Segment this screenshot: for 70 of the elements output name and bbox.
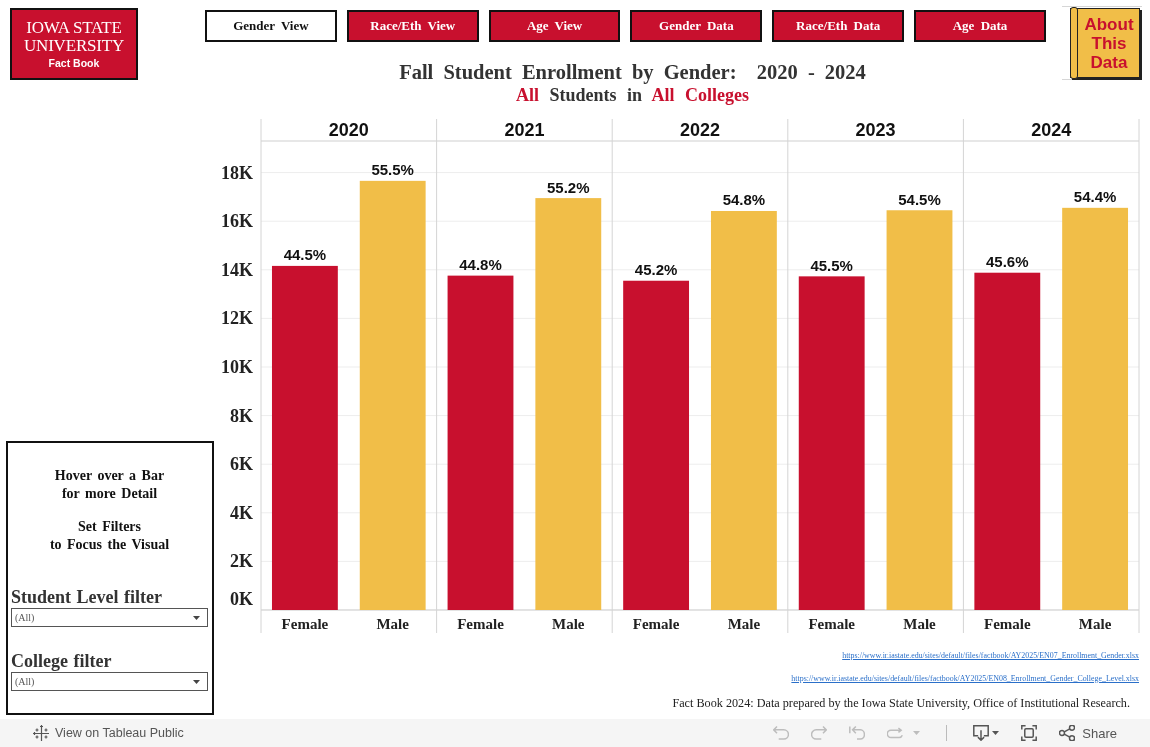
logo-wordmark: UNIVERSITY bbox=[24, 37, 124, 55]
axis-tick-label: 10K bbox=[221, 357, 253, 377]
fullscreen-icon bbox=[1021, 725, 1038, 741]
logo-wordmark: IOWA STATE bbox=[26, 19, 122, 37]
axis-tick-label: 12K bbox=[221, 308, 253, 329]
axis-tick-label: 14K bbox=[221, 259, 253, 280]
gender-axis-label: Female bbox=[281, 616, 329, 632]
gender-axis-label: Male bbox=[376, 616, 409, 632]
revert-icon bbox=[849, 725, 866, 741]
nav-button[interactable]: Age Data bbox=[914, 10, 1046, 42]
year-label: 2022 bbox=[680, 120, 720, 140]
gender-axis-label: Male bbox=[552, 616, 585, 632]
caret-icon bbox=[193, 679, 200, 684]
footnote: Fact Book 2024: Data prepared by the Iowa State University, Office of Institutional Research. bbox=[672, 696, 1130, 710]
bar-percent-label: 54.8% bbox=[722, 191, 766, 209]
refresh-icon bbox=[887, 725, 904, 741]
filter-dropdown[interactable]: (All) bbox=[11, 608, 208, 627]
bar-percent-label: 55.2% bbox=[547, 178, 590, 196]
download-button[interactable] bbox=[973, 725, 1000, 741]
nav-button[interactable]: Gender View bbox=[205, 10, 337, 42]
redo-icon bbox=[811, 725, 828, 741]
chart-title: Fall Student Enrollment by Gender: 2020 - 2024 bbox=[398, 60, 867, 84]
gender-axis-label: Male bbox=[727, 616, 761, 632]
instruction-text: Set Filters to Focus the Visual bbox=[49, 518, 170, 554]
bar-percent-label: 54.4% bbox=[1073, 188, 1117, 206]
tableau-icon bbox=[33, 724, 50, 742]
about-data-button[interactable]: About This Data bbox=[1070, 8, 1140, 78]
bar-percent-label: 55.5% bbox=[371, 161, 414, 179]
filter-dropdown[interactable]: (All) bbox=[11, 672, 208, 691]
gender-axis-label: Female bbox=[457, 616, 504, 632]
bar-percent-label: 44.8% bbox=[459, 256, 502, 274]
bar-percent-label: 45.2% bbox=[634, 261, 678, 279]
year-label: 2024 bbox=[1031, 120, 1072, 140]
year-label: 2021 bbox=[504, 120, 545, 140]
year-label: 2020 bbox=[328, 120, 369, 140]
dropdown-caret-icon bbox=[992, 731, 1000, 735]
instruction-text: Hover over a Bar for more Detail bbox=[54, 467, 165, 503]
axis-tick-label: 18K bbox=[221, 162, 253, 183]
gender-axis-label: Female bbox=[808, 616, 855, 632]
share-button[interactable]: Share bbox=[1059, 725, 1117, 741]
bar-percent-label: 45.6% bbox=[986, 253, 1029, 271]
caret-icon bbox=[193, 615, 200, 620]
bar-percent-label: 54.5% bbox=[898, 190, 941, 208]
logo-caption: Fact Book bbox=[48, 57, 100, 70]
bar-percent-label: 44.5% bbox=[283, 246, 327, 264]
nav-button[interactable]: Age View bbox=[488, 10, 621, 42]
dropdown-caret-icon bbox=[913, 731, 921, 735]
axis-tick-label: 8K bbox=[230, 405, 253, 426]
gender-axis-label: Male bbox=[1078, 616, 1112, 632]
fullscreen-button[interactable] bbox=[1021, 725, 1038, 741]
nav-button[interactable]: Race/Eth Data bbox=[772, 10, 905, 42]
download-icon bbox=[973, 725, 990, 741]
undo-icon bbox=[773, 725, 790, 741]
bar-percent-label: 45.5% bbox=[810, 256, 853, 274]
filter-label: Student Level filter bbox=[11, 587, 162, 607]
axis-tick-label: 0K bbox=[230, 589, 253, 609]
share-icon bbox=[1059, 725, 1076, 741]
nav-button[interactable]: Race/Eth View bbox=[346, 10, 479, 42]
axis-tick-label: 2K bbox=[230, 551, 253, 572]
tableau-public-link[interactable]: View on Tableau Public bbox=[55, 726, 184, 740]
year-label: 2023 bbox=[855, 120, 896, 140]
nav-button[interactable]: Gender Data bbox=[630, 10, 763, 42]
gender-axis-label: Female bbox=[984, 616, 1031, 632]
axis-tick-label: 6K bbox=[230, 454, 253, 475]
axis-tick-label: 16K bbox=[221, 211, 253, 232]
gender-axis-label: Female bbox=[632, 616, 680, 632]
chart-subtitle: All Students in All Colleges bbox=[514, 84, 751, 106]
axis-tick-label: 4K bbox=[230, 502, 253, 523]
gender-axis-label: Male bbox=[903, 616, 936, 632]
filter-label: College filter bbox=[11, 651, 112, 671]
